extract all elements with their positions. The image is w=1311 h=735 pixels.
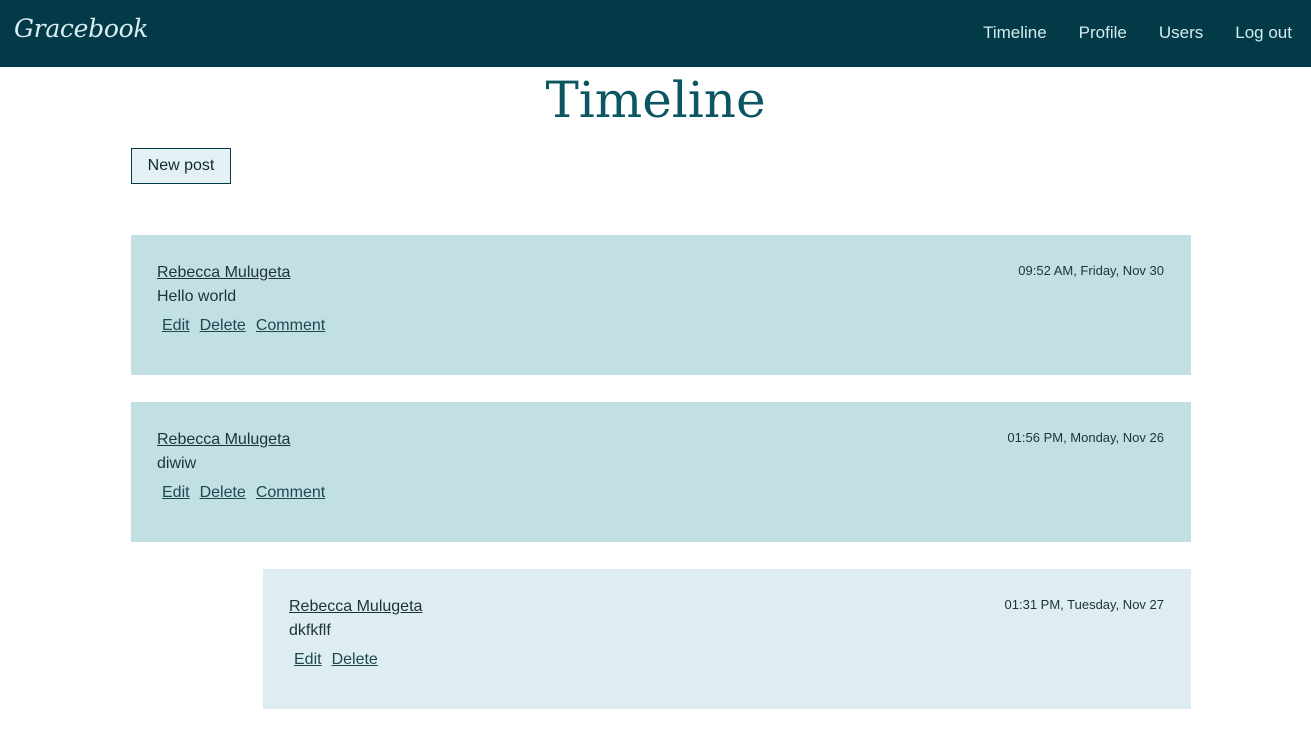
post-timestamp: 01:56 PM, Monday, Nov 26 [1007,430,1164,445]
comment-timestamp: 01:31 PM, Tuesday, Nov 27 [1004,597,1164,612]
new-post-button[interactable]: New post [131,148,231,184]
post-timestamp: 09:52 AM, Friday, Nov 30 [1018,263,1164,278]
delete-link[interactable]: Delete [332,651,378,669]
delete-link[interactable]: Delete [200,484,246,502]
post-actions: Edit Delete Comment [162,317,335,335]
post-body: Hello world [157,288,237,305]
post-author-link[interactable]: Rebecca Mulugeta [157,264,290,282]
edit-link[interactable]: Edit [162,317,190,335]
page-title: Timeline [545,71,766,129]
navbar: Gracebook Timeline Profile Users Log out [0,0,1311,67]
post-actions: Edit Delete Comment [162,484,335,502]
comment-actions: Edit Delete [294,651,388,669]
nav-link-log-out[interactable]: Log out [1235,23,1292,43]
nav-links: Timeline Profile Users Log out [951,23,1292,43]
edit-link[interactable]: Edit [162,484,190,502]
post-author-link[interactable]: Rebecca Mulugeta [157,431,290,449]
delete-link[interactable]: Delete [200,317,246,335]
post-body: diwiw [157,455,197,472]
comment-author-link[interactable]: Rebecca Mulugeta [289,598,422,616]
post-card: Rebecca Mulugeta 01:56 PM, Monday, Nov 2… [131,402,1191,542]
nav-link-timeline[interactable]: Timeline [983,23,1047,43]
brand-logo[interactable]: Gracebook [14,14,148,43]
comment-link[interactable]: Comment [256,317,325,335]
edit-link[interactable]: Edit [294,651,322,669]
nav-link-users[interactable]: Users [1159,23,1203,43]
post-card: Rebecca Mulugeta 09:52 AM, Friday, Nov 3… [131,235,1191,375]
nav-link-profile[interactable]: Profile [1079,23,1127,43]
comment-card: Rebecca Mulugeta 01:31 PM, Tuesday, Nov … [263,569,1191,709]
comment-link[interactable]: Comment [256,484,325,502]
comment-body: dkfkflf [289,622,331,639]
